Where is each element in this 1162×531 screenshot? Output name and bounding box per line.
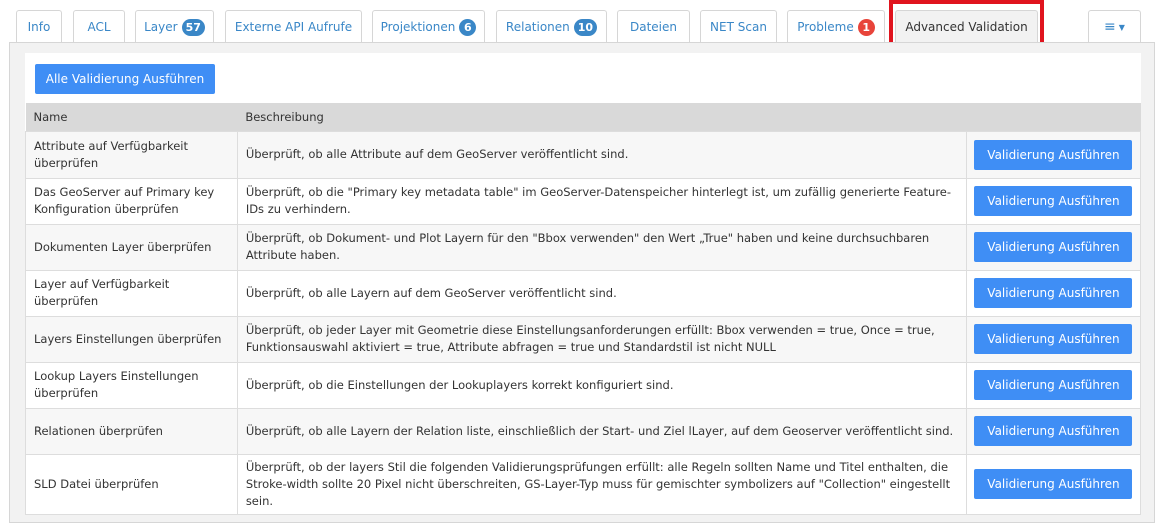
tab-net-scan[interactable]: NET Scan <box>700 10 777 43</box>
tab-acl[interactable]: ACL <box>73 10 125 43</box>
tab-label: Layer <box>144 20 178 34</box>
tab-label: NET Scan <box>710 20 767 34</box>
column-header-description: Beschreibung <box>245 109 324 124</box>
run-validation-button[interactable]: Validierung Ausführen <box>974 186 1133 216</box>
count-badge: 57 <box>181 18 205 36</box>
validation-table: Name Beschreibung Attribute auf Verfügba… <box>25 103 1142 515</box>
action-cell: Validierung Ausführen <box>965 361 1142 409</box>
validation-name: Layers Einstellungen überprüfen <box>25 315 238 363</box>
tab-probleme[interactable]: Probleme 1 <box>787 10 885 43</box>
validation-name: Lookup Layers Einstellungen überprüfen <box>25 361 238 409</box>
action-cell: Validierung Ausführen <box>965 269 1142 317</box>
column-header-action <box>966 103 1140 131</box>
validation-description: Überprüft, ob die Einstellungen der Look… <box>236 361 967 409</box>
validation-name: Relationen überprüfen <box>25 407 238 455</box>
tab-dateien[interactable]: Dateien <box>617 10 690 43</box>
table-row: Layers Einstellungen überprüfen Überprüf… <box>25 315 1142 363</box>
table-row: Lookup Layers Einstellungen überprüfen Ü… <box>25 361 1142 409</box>
tab-projektionen[interactable]: Projektionen 6 <box>372 10 485 43</box>
action-cell: Validierung Ausführen <box>965 315 1142 363</box>
count-badge: 6 <box>459 18 477 36</box>
action-cell: Validierung Ausführen <box>965 407 1142 455</box>
tab-label: Advanced Validation <box>905 20 1028 34</box>
run-validation-button[interactable]: Validierung Ausführen <box>974 278 1133 308</box>
run-validation-button[interactable]: Validierung Ausführen <box>974 324 1133 354</box>
action-cell: Validierung Ausführen <box>965 453 1142 515</box>
run-all-validations-button[interactable]: Alle Validierung Ausführen <box>35 64 215 94</box>
tab-advanced-validation[interactable]: Advanced Validation <box>895 10 1038 43</box>
tab-externe-api-aufrufe[interactable]: Externe API Aufrufe <box>225 10 362 43</box>
tab-label: ACL <box>87 20 111 34</box>
action-cell: Validierung Ausführen <box>965 223 1142 271</box>
run-validation-button[interactable]: Validierung Ausführen <box>974 469 1133 499</box>
run-validation-button[interactable]: Validierung Ausführen <box>974 139 1133 170</box>
tab-menu-dropdown[interactable]: ≡ ▼ <box>1088 10 1141 43</box>
table-row: SLD Datei überprüfen Überprüft, ob der l… <box>25 453 1142 515</box>
action-cell: Validierung Ausführen <box>965 177 1142 225</box>
tab-layer[interactable]: Layer 57 <box>135 10 214 43</box>
validation-name: Attribute auf Verfügbarkeit überprüfen <box>25 130 238 179</box>
validation-description: Überprüft, ob der layers Stil die folgen… <box>236 453 967 515</box>
validation-description: Überprüft, ob alle Layern der Relation l… <box>236 407 967 455</box>
table-row: Relationen überprüfen Überprüft, ob alle… <box>25 407 1142 455</box>
tab-label: Dateien <box>629 20 677 34</box>
run-validation-button[interactable]: Validierung Ausführen <box>974 232 1133 262</box>
table-row: Dokumenten Layer überprüfen Überprüft, o… <box>25 223 1142 271</box>
table-header-row: Name Beschreibung <box>25 103 1141 131</box>
validation-description: Überprüft, ob alle Layern auf dem GeoSer… <box>236 269 967 317</box>
validation-name: Layer auf Verfügbarkeit überprüfen <box>25 269 238 317</box>
tab-label: Externe API Aufrufe <box>234 20 353 34</box>
column-header-name: Name <box>33 109 68 124</box>
tab-bar: Info ACL Layer 57 Externe API Aufrufe Pr… <box>0 0 1162 60</box>
tab-label: Projektionen <box>380 20 456 34</box>
tab-content-panel: Alle Validierung Ausführen Name Beschrei… <box>9 42 1155 523</box>
table-row: Layer auf Verfügbarkeit überprüfen Überp… <box>25 269 1142 317</box>
validation-description: Überprüft, ob die "Primary key metadata … <box>236 177 967 225</box>
validation-description: Überprüft, ob alle Attribute auf dem Geo… <box>236 130 967 179</box>
run-validation-button[interactable]: Validierung Ausführen <box>974 370 1133 400</box>
validation-name: SLD Datei überprüfen <box>25 453 238 515</box>
caret-down-icon: ▼ <box>1118 22 1125 32</box>
tab-relationen[interactable]: Relationen 10 <box>496 10 607 43</box>
tab-label: Relationen <box>505 20 570 34</box>
alert-badge: 1 <box>857 18 875 36</box>
tab-label: Info <box>27 20 51 34</box>
count-badge: 10 <box>573 18 598 36</box>
validation-name: Das GeoServer auf Primary key Konfigurat… <box>25 177 238 225</box>
validation-name: Dokumenten Layer überprüfen <box>25 223 238 271</box>
table-row: Das GeoServer auf Primary key Konfigurat… <box>25 177 1142 225</box>
tab-info[interactable]: Info <box>16 10 62 43</box>
run-validation-button[interactable]: Validierung Ausführen <box>974 416 1133 446</box>
action-cell: Validierung Ausführen <box>965 130 1142 179</box>
table-row: Attribute auf Verfügbarkeit überprüfen Ü… <box>25 130 1142 179</box>
list-icon: ≡ <box>1104 19 1116 35</box>
validation-section: Alle Validierung Ausführen Name Beschrei… <box>25 53 1142 515</box>
tab-label: Probleme <box>797 20 854 34</box>
validation-description: Überprüft, ob Dokument- und Plot Layern … <box>236 223 967 271</box>
validation-description: Überprüft, ob jeder Layer mit Geometrie … <box>236 315 967 363</box>
